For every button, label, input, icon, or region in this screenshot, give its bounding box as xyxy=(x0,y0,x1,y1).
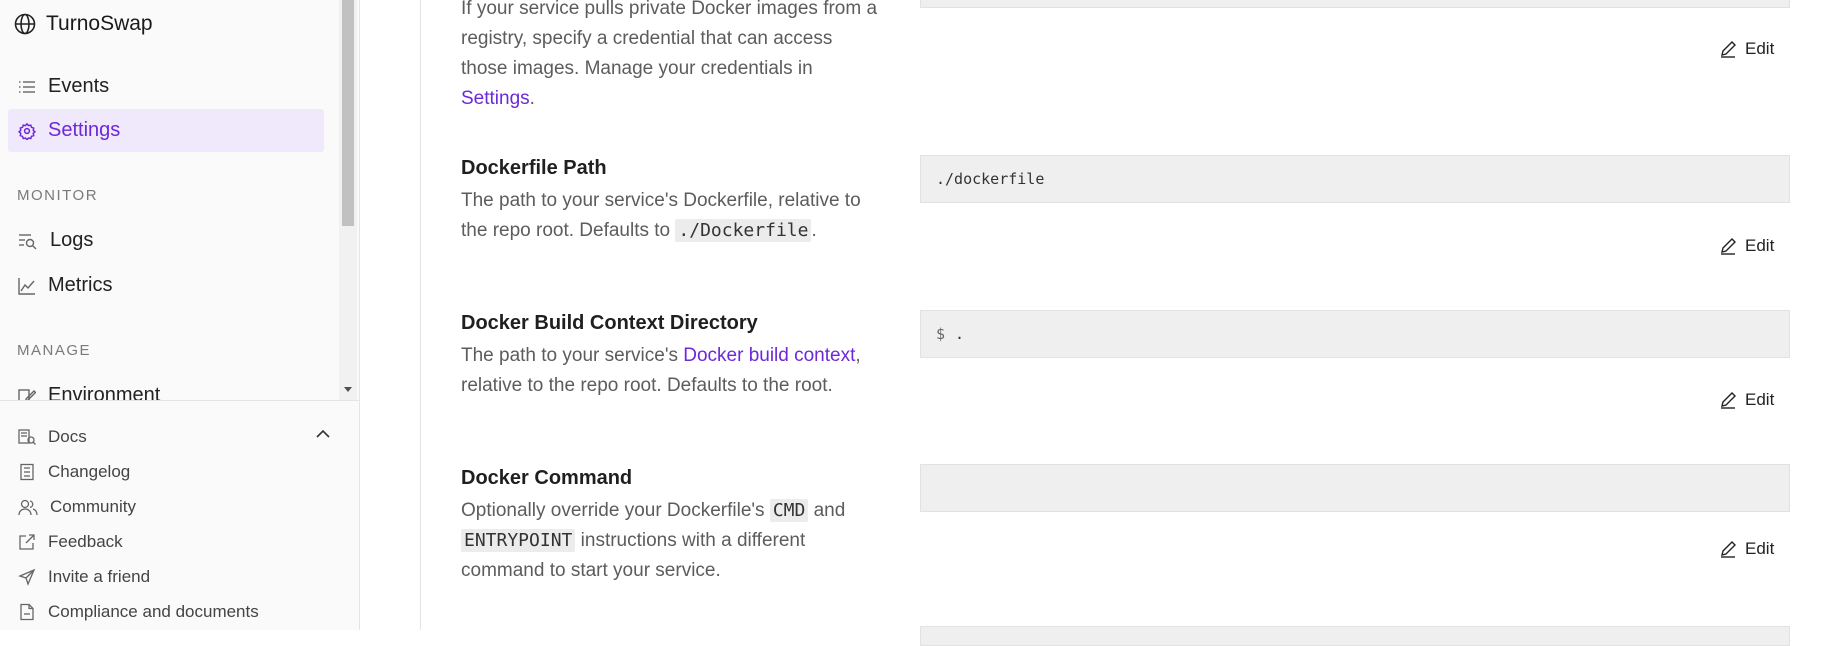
footer-item-label: Changelog xyxy=(48,462,131,481)
content-divider xyxy=(420,0,421,630)
section-label-manage: MANAGE xyxy=(17,342,92,359)
docker-build-context-link[interactable]: Docker build context xyxy=(683,345,855,366)
sidebar-item-metrics[interactable]: Metrics xyxy=(8,264,324,307)
environment-icon xyxy=(18,387,36,400)
sidebar-item-label: Metrics xyxy=(48,274,113,296)
docker-build-context-description: The path to your service's Docker build … xyxy=(461,345,861,396)
docker-command-field[interactable] xyxy=(920,464,1790,512)
scrollbar-thumb[interactable] xyxy=(342,0,354,226)
next-section-field[interactable] xyxy=(920,626,1790,646)
list-icon xyxy=(18,79,36,95)
chart-icon xyxy=(18,277,36,295)
sidebar-item-label: Events xyxy=(48,75,110,97)
section-label-monitor: MONITOR xyxy=(17,187,99,204)
section-title: Dockerfile Path xyxy=(461,157,607,179)
dockerfile-path-section: Dockerfile Path The path to your service… xyxy=(461,155,881,246)
community-icon xyxy=(18,498,38,516)
changelog-icon xyxy=(18,463,36,481)
footer-item-community[interactable]: Community xyxy=(18,495,136,519)
edit-dockerfile-path-button[interactable]: Edit xyxy=(1719,234,1774,258)
footer-item-compliance[interactable]: Compliance and documents xyxy=(18,600,259,624)
edit-docker-command-button[interactable]: Edit xyxy=(1719,537,1774,561)
footer-item-changelog[interactable]: Changelog xyxy=(18,460,130,484)
section-title: Docker Build Context Directory xyxy=(461,312,758,334)
registry-credential-description: If your service pulls private Docker ima… xyxy=(461,0,878,109)
footer-item-docs[interactable]: Docs xyxy=(18,425,87,449)
external-link-icon xyxy=(18,533,36,551)
sidebar-item-label: Environment xyxy=(48,384,161,400)
settings-link[interactable]: Settings xyxy=(461,88,530,109)
dockerfile-path-value: ./dockerfile xyxy=(936,170,1045,188)
footer-item-label: Community xyxy=(50,497,136,516)
docker-command-description: Optionally override your Dockerfile's CM… xyxy=(461,499,846,581)
footer-item-label: Docs xyxy=(48,427,87,446)
footer-item-feedback[interactable]: Feedback xyxy=(18,530,123,554)
globe-icon xyxy=(14,13,36,35)
prompt-prefix: $ xyxy=(936,325,946,343)
app-name: TurnoSwap xyxy=(46,12,153,35)
registry-credential-field[interactable] xyxy=(920,0,1790,8)
sidebar: TurnoSwap Events Settings MONITOR Logs M… xyxy=(0,0,360,630)
edit-docker-build-context-button[interactable]: Edit xyxy=(1719,388,1774,412)
sidebar-scroll-area: TurnoSwap Events Settings MONITOR Logs M… xyxy=(0,0,340,400)
sidebar-item-events[interactable]: Events xyxy=(8,65,324,108)
document-icon xyxy=(18,603,36,621)
app-brand[interactable]: TurnoSwap xyxy=(14,11,153,37)
docs-icon xyxy=(18,428,36,446)
pencil-icon xyxy=(1719,237,1737,255)
docker-build-context-value: . xyxy=(955,325,965,343)
edit-registry-credential-button[interactable]: Edit xyxy=(1719,37,1774,61)
sidebar-item-logs[interactable]: Logs xyxy=(8,219,324,262)
pencil-icon xyxy=(1719,540,1737,558)
sidebar-item-label: Logs xyxy=(50,229,94,251)
dockerfile-path-field[interactable]: ./dockerfile xyxy=(920,155,1790,203)
chevron-up-icon[interactable] xyxy=(314,427,332,446)
inline-code: CMD xyxy=(769,499,809,522)
footer-item-label: Compliance and documents xyxy=(48,602,259,621)
sidebar-item-environment[interactable]: Environment xyxy=(8,374,324,400)
dockerfile-path-description: The path to your service's Dockerfile, r… xyxy=(461,190,861,242)
docker-build-context-section: Docker Build Context Directory The path … xyxy=(461,310,881,401)
logs-search-icon xyxy=(18,232,38,250)
sidebar-scrollbar[interactable] xyxy=(339,0,357,400)
pencil-icon xyxy=(1719,40,1737,58)
footer-item-invite-a-friend[interactable]: Invite a friend xyxy=(18,565,150,589)
send-icon xyxy=(18,568,36,586)
sidebar-item-label: Settings xyxy=(48,119,121,141)
footer-item-label: Feedback xyxy=(48,532,123,551)
inline-code: ENTRYPOINT xyxy=(461,529,576,552)
inline-code: ./Dockerfile xyxy=(675,219,812,242)
sidebar-item-settings[interactable]: Settings xyxy=(8,109,324,152)
footer-item-label: Invite a friend xyxy=(48,567,151,586)
docker-command-section: Docker Command Optionally override your … xyxy=(461,465,881,586)
registry-credential-section: If your service pulls private Docker ima… xyxy=(461,0,881,114)
pencil-icon xyxy=(1719,391,1737,409)
scroll-down-arrow-icon[interactable] xyxy=(342,382,354,394)
gear-icon xyxy=(18,122,36,140)
section-title: Docker Command xyxy=(461,467,633,489)
docker-build-context-field[interactable]: $ . xyxy=(920,310,1790,358)
